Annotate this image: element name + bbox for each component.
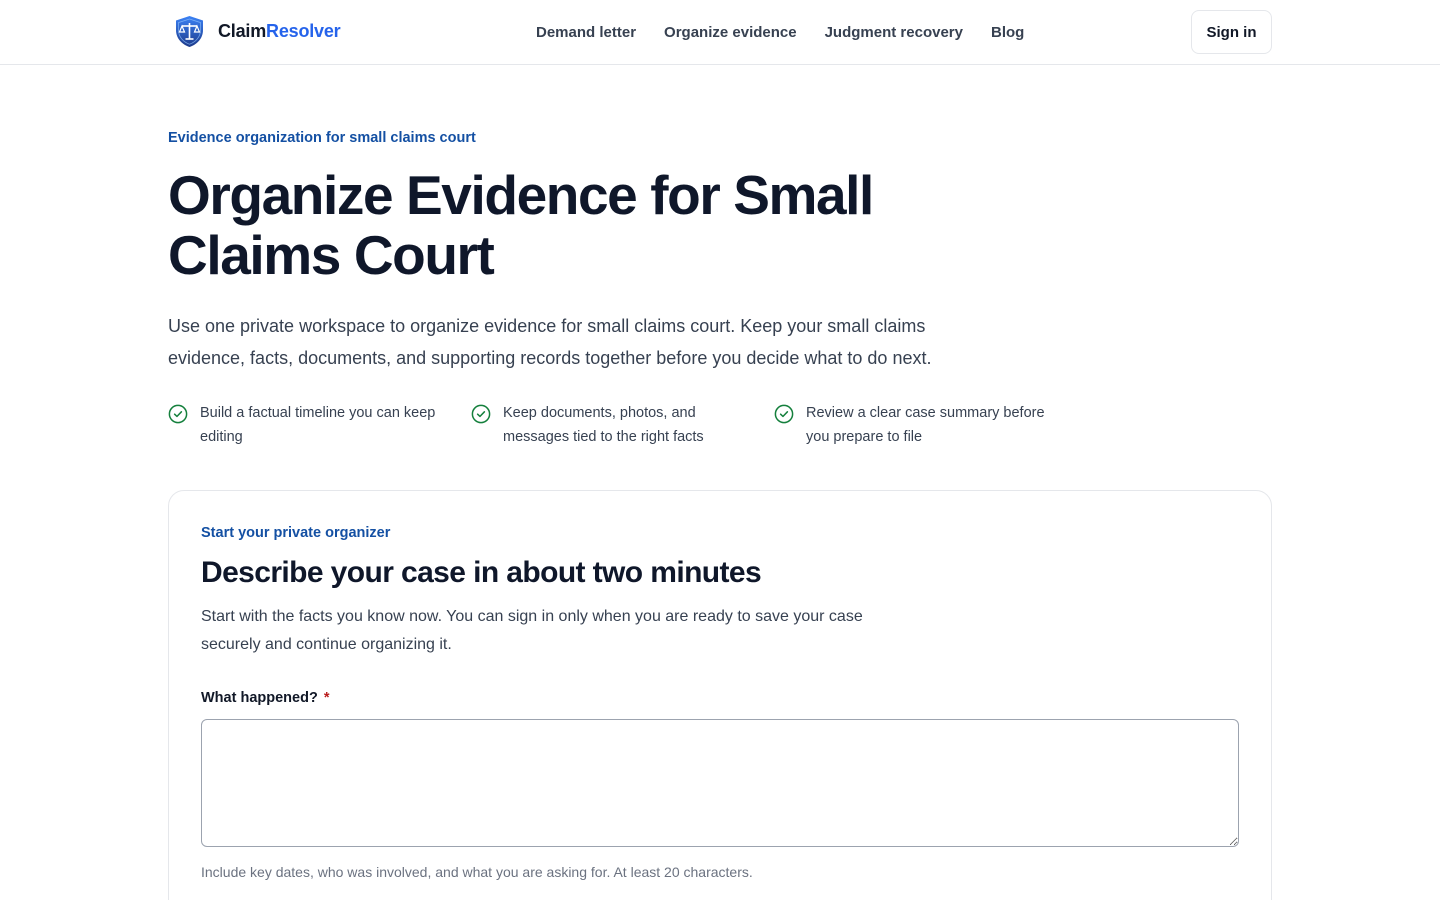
required-marker: * bbox=[323, 690, 330, 706]
hero-eyebrow: Evidence organization for small claims c… bbox=[168, 130, 476, 146]
feature-item: Keep documents, photos, and messages tie… bbox=[471, 401, 774, 449]
feature-text: Keep documents, photos, and messages tie… bbox=[503, 405, 704, 445]
brand-logo-link[interactable]: ClaimResolver bbox=[174, 15, 341, 48]
field-hint: Include key dates, who was involved, and… bbox=[201, 864, 753, 880]
brand-name-part2: Resolver bbox=[266, 21, 341, 41]
main-nav: Demand letter Organize evidence Judgment… bbox=[536, 0, 1024, 64]
nav-organize-evidence[interactable]: Organize evidence bbox=[664, 24, 797, 41]
hero-subtitle: Use one private workspace to organize ev… bbox=[168, 316, 932, 368]
what-happened-textarea[interactable] bbox=[201, 719, 1239, 847]
page-title: Organize Evidence for Small Claims Court bbox=[168, 164, 874, 286]
shield-scales-icon bbox=[176, 16, 203, 47]
card-subtitle: Start with the facts you know now. You c… bbox=[201, 608, 863, 653]
check-circle-icon bbox=[471, 404, 491, 424]
feature-text: Review a clear case summary before you p… bbox=[806, 405, 1045, 445]
feature-item: Review a clear case summary before you p… bbox=[774, 401, 1077, 449]
card-title: Describe your case in about two minutes bbox=[201, 556, 762, 589]
sign-in-button[interactable]: Sign in bbox=[1191, 10, 1272, 54]
what-happened-label-text: What happened? bbox=[201, 690, 318, 706]
brand-name: ClaimResolver bbox=[218, 15, 341, 48]
organizer-card: Start your private organizer Describe yo… bbox=[168, 490, 1272, 900]
what-happened-label: What happened? * bbox=[201, 690, 330, 706]
check-circle-icon bbox=[774, 404, 794, 424]
site-header: ClaimResolver Demand letter Organize evi… bbox=[0, 0, 1440, 65]
feature-text: Build a factual timeline you can keep ed… bbox=[200, 405, 436, 445]
nav-blog[interactable]: Blog bbox=[991, 24, 1024, 41]
nav-demand-letter[interactable]: Demand letter bbox=[536, 24, 636, 41]
feature-item: Build a factual timeline you can keep ed… bbox=[168, 401, 471, 449]
brand-name-part1: Claim bbox=[218, 21, 267, 41]
nav-judgment-recovery[interactable]: Judgment recovery bbox=[825, 24, 963, 41]
card-eyebrow: Start your private organizer bbox=[201, 525, 391, 541]
feature-list: Build a factual timeline you can keep ed… bbox=[168, 401, 1077, 449]
check-circle-icon bbox=[168, 404, 188, 424]
